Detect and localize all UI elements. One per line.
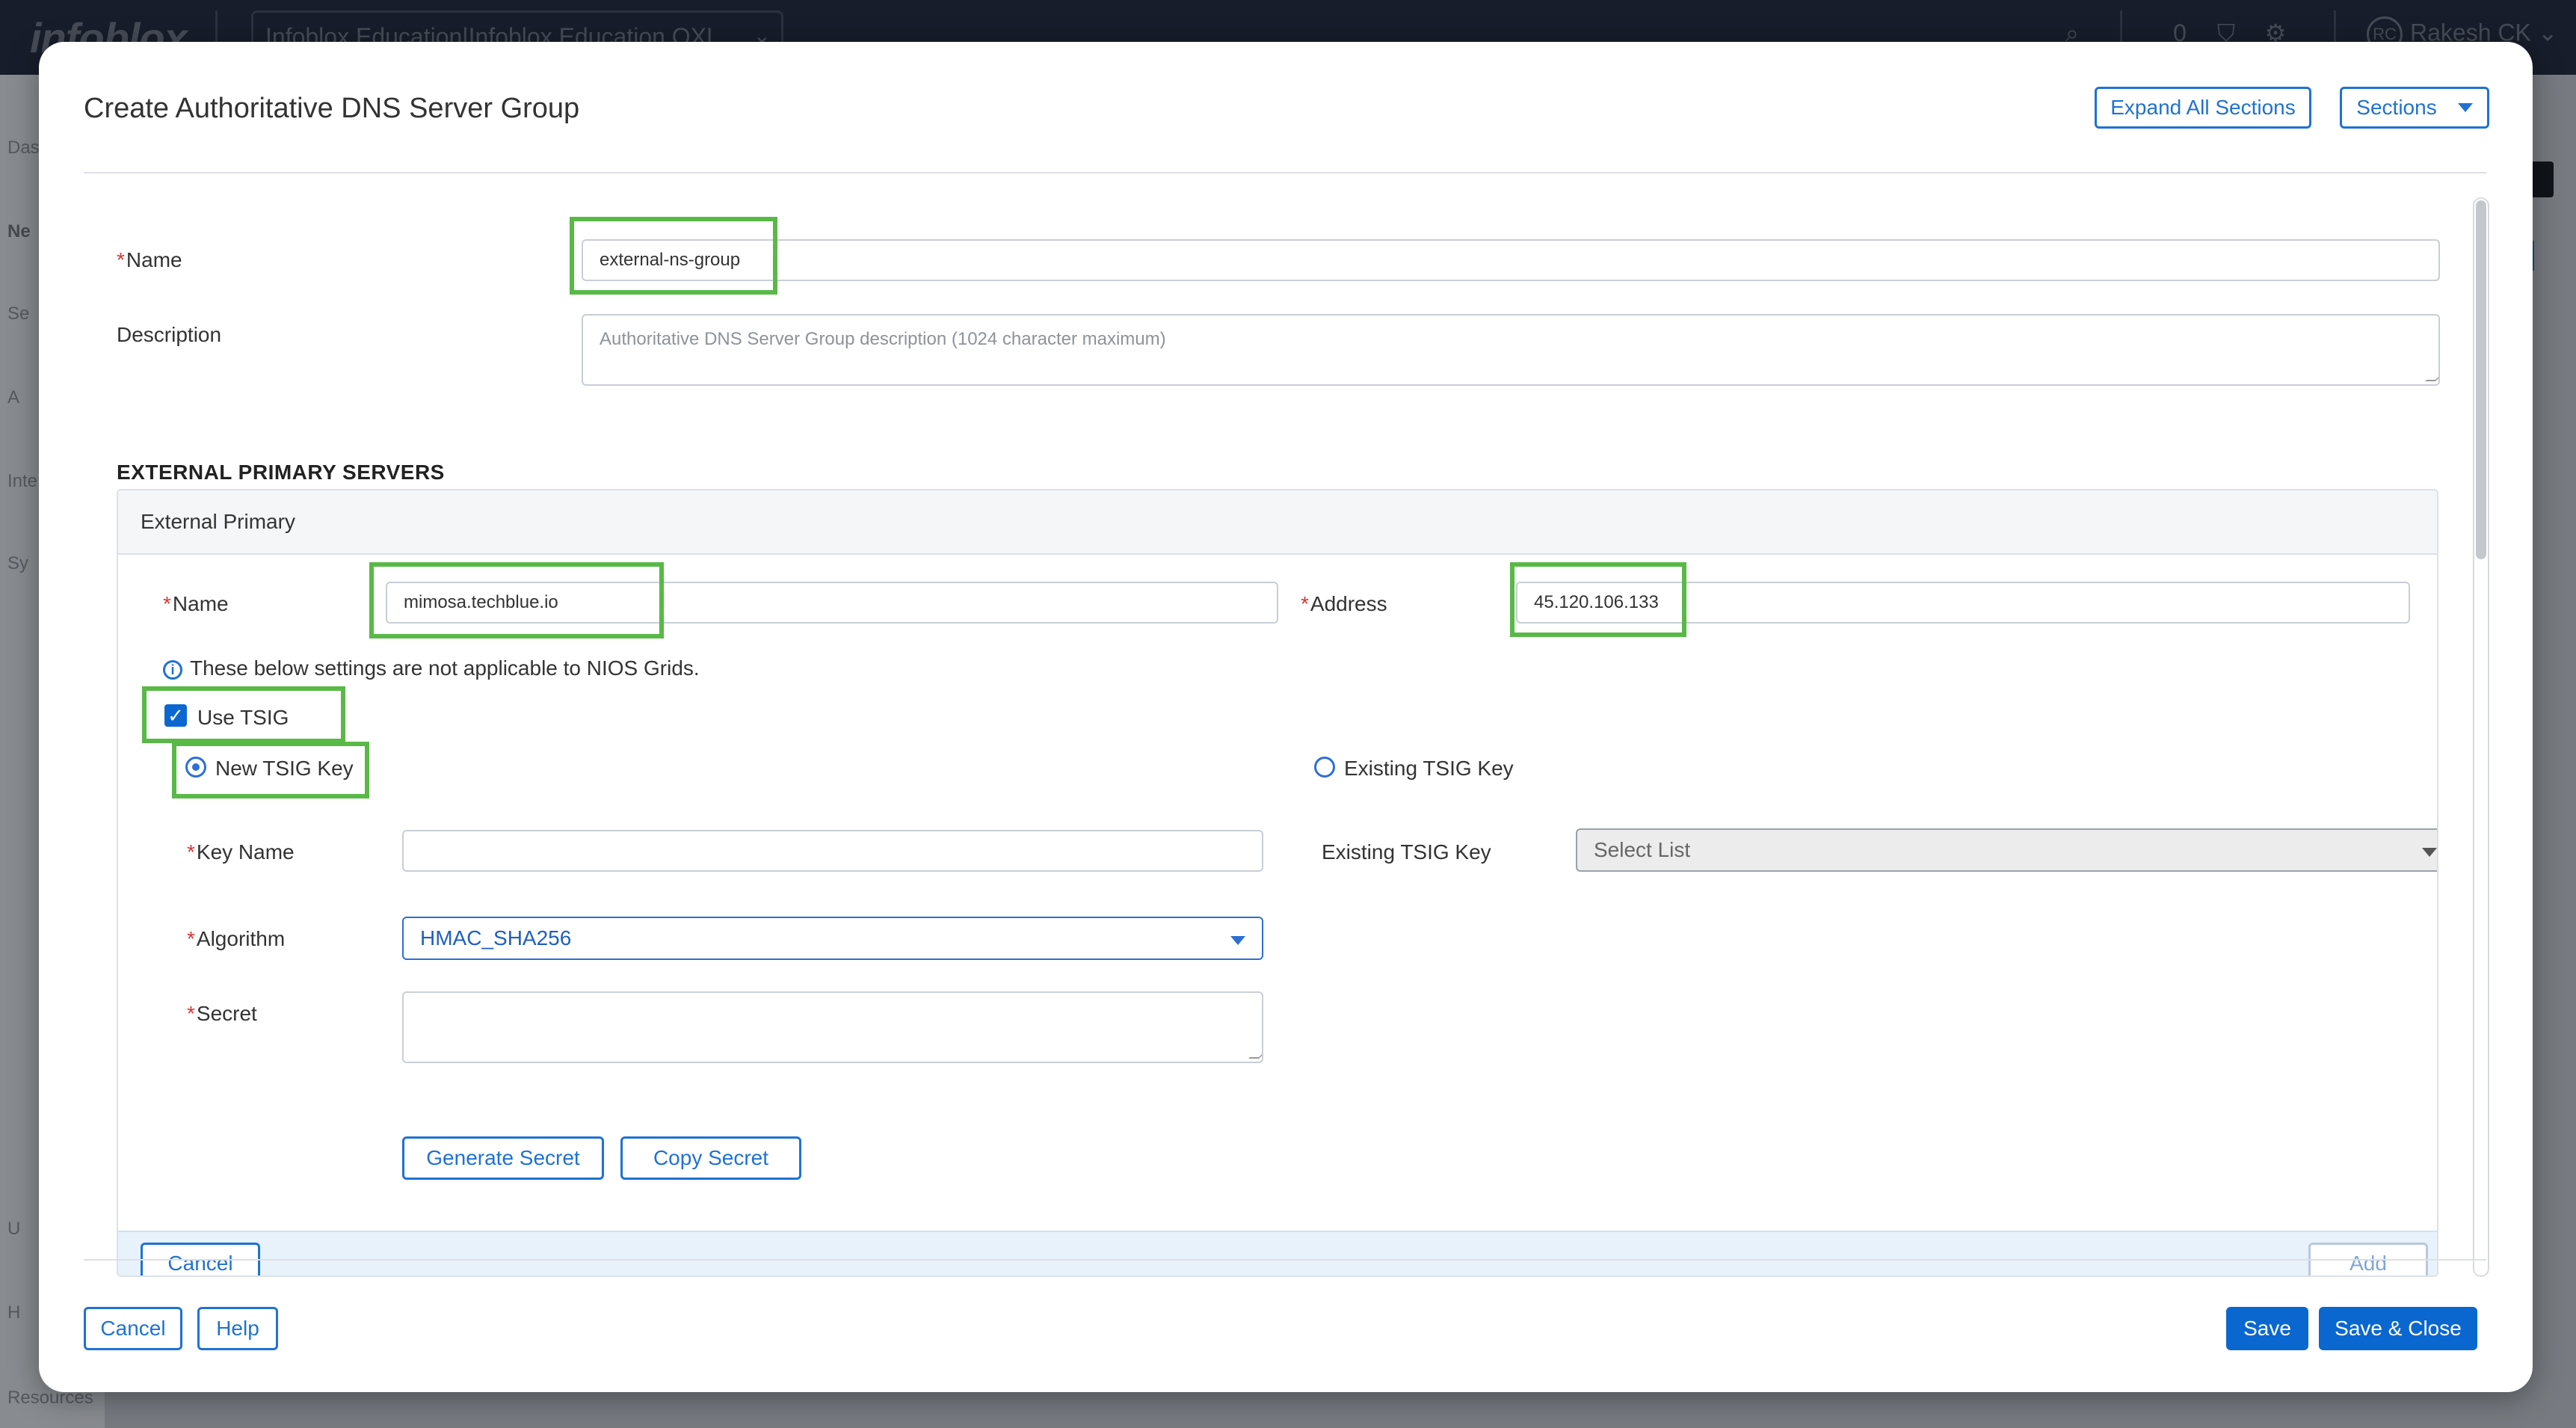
server-name-label: *Name [163,592,229,615]
scrollbar-thumb[interactable] [2476,200,2486,559]
save-button[interactable]: Save [2226,1307,2308,1350]
description-textarea[interactable]: Authoritative DNS Server Group descripti… [582,314,2440,386]
address-label: *Address [1301,592,1387,615]
resize-handle[interactable] [2425,371,2438,381]
panel-header: External Primary [118,490,2437,555]
existing-tsig-key-select[interactable]: Select List [1576,828,2437,872]
header-divider [84,172,2486,173]
panel-title: External Primary [141,510,295,533]
chevron-down-icon [2457,103,2473,112]
panel-footer: Cancel Add [118,1231,2437,1275]
secret-textarea[interactable] [402,991,1263,1063]
section-heading: EXTERNAL PRIMARY SERVERS [117,461,445,484]
existing-tsig-key-radio-label[interactable]: Existing TSIG Key [1344,757,1514,781]
dialog-title: Create Authoritative DNS Server Group [84,93,580,124]
existing-tsig-key-value: Select List [1594,838,1691,861]
algorithm-value: HMAC_SHA256 [420,926,572,950]
name-input[interactable]: external-ns-group [582,239,2440,281]
sections-dropdown-button[interactable]: Sections [2340,87,2489,129]
key-name-label: *Key Name [187,840,295,864]
highlight-box [172,742,369,798]
algorithm-select[interactable]: HMAC_SHA256 [402,917,1263,960]
help-button[interactable]: Help [197,1307,278,1350]
description-placeholder: Authoritative DNS Server Group descripti… [600,329,1166,349]
highlight-box [369,562,664,638]
existing-tsig-key-label: Existing TSIG Key [1322,840,1491,864]
algorithm-label: *Algorithm [187,927,286,950]
key-name-input[interactable] [402,830,1263,872]
highlight-box [570,217,777,295]
cancel-button[interactable]: Cancel [84,1307,182,1350]
copy-secret-button[interactable]: Copy Secret [620,1136,801,1180]
existing-tsig-key-radio[interactable] [1314,757,1335,778]
create-dns-server-group-dialog: Create Authoritative DNS Server Group Ex… [39,42,2533,1392]
info-message: i These below settings are not applicable… [163,656,700,680]
chevron-down-icon [1230,936,1245,945]
chevron-down-icon [2422,848,2437,857]
description-label: Description [117,323,222,346]
highlight-box [142,686,345,743]
highlight-box [1510,562,1686,637]
sections-button-label: Sections [2356,96,2437,119]
expand-all-sections-button[interactable]: Expand All Sections [2095,87,2311,129]
save-and-close-button[interactable]: Save & Close [2319,1307,2477,1350]
resize-handle[interactable] [1248,1048,1262,1059]
secret-label: *Secret [187,1002,257,1025]
info-icon: i [163,659,182,680]
name-label: *Name [117,248,182,271]
footer-divider [84,1259,2486,1261]
generate-secret-button[interactable]: Generate Secret [402,1136,604,1180]
